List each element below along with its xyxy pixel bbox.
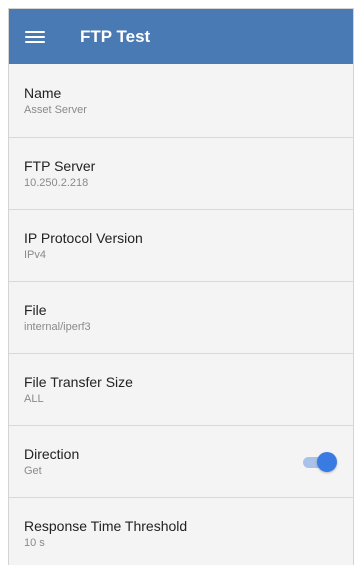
setting-value: 10.250.2.218	[24, 176, 89, 189]
menu-icon[interactable]	[25, 29, 45, 45]
setting-value: Get	[24, 464, 42, 477]
setting-value: 10 s	[24, 536, 45, 549]
setting-label: File Transfer Size	[24, 373, 133, 390]
setting-label: File	[24, 301, 47, 318]
settings-list: Name Asset Server FTP Server 10.250.2.21…	[9, 64, 353, 565]
app-window: FTP Test Name Asset Server FTP Server 10…	[8, 8, 354, 565]
setting-value: ALL	[24, 392, 44, 405]
page-title: FTP Test	[80, 26, 151, 46]
setting-direction[interactable]: Direction Get	[9, 426, 353, 498]
setting-label: FTP Server	[24, 157, 96, 174]
setting-name[interactable]: Name Asset Server	[9, 64, 353, 138]
setting-label: IP Protocol Version	[24, 229, 143, 246]
setting-response-time-threshold[interactable]: Response Time Threshold 10 s	[9, 498, 353, 565]
setting-ftp-server[interactable]: FTP Server 10.250.2.218	[9, 138, 353, 210]
setting-label: Direction	[24, 445, 80, 462]
setting-value: IPv4	[24, 248, 47, 261]
toggle-thumb	[317, 451, 337, 472]
direction-toggle[interactable]	[303, 451, 337, 472]
setting-value: internal/iperf3	[24, 320, 91, 333]
setting-file-transfer-size[interactable]: File Transfer Size ALL	[9, 354, 353, 426]
setting-ip-protocol-version[interactable]: IP Protocol Version IPv4	[9, 210, 353, 282]
setting-value: Asset Server	[24, 103, 87, 116]
setting-file[interactable]: File internal/iperf3	[9, 282, 353, 354]
setting-label: Name	[24, 84, 62, 101]
app-bar: FTP Test	[9, 9, 353, 64]
setting-label: Response Time Threshold	[24, 517, 188, 534]
